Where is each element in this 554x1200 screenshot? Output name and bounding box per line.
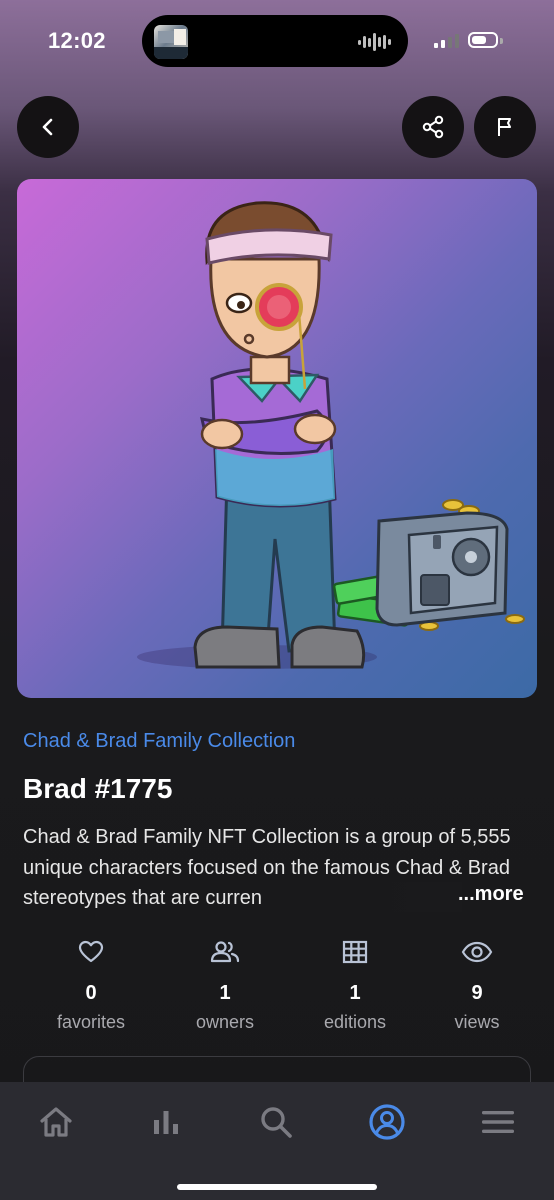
views-count: 9: [471, 982, 483, 1004]
stats-icon: [154, 1111, 178, 1134]
eye-icon: [461, 941, 493, 963]
collection-link[interactable]: Chad & Brad Family Collection: [23, 730, 295, 753]
nft-title: Brad #1775: [23, 773, 173, 804]
menu-icon: [482, 1111, 514, 1133]
status-bar: 12:02: [0, 0, 554, 86]
stat-views[interactable]: 9 views: [422, 935, 532, 1033]
tab-profile[interactable]: [357, 1094, 417, 1150]
editions-count: 1: [349, 982, 361, 1004]
battery-tip: [500, 38, 503, 44]
character-illustration: [137, 201, 525, 669]
report-button[interactable]: [474, 96, 536, 158]
now-playing-thumbnail: [154, 25, 188, 59]
status-time: 12:02: [48, 28, 106, 53]
cellular-signal-icon: [434, 34, 459, 48]
description-fade: [372, 882, 462, 912]
share-button[interactable]: [402, 96, 464, 158]
favorites-label: favorites: [56, 1012, 126, 1032]
stat-editions[interactable]: 1 editions: [300, 935, 410, 1033]
home-indicator[interactable]: [177, 1184, 377, 1190]
dynamic-island[interactable]: [142, 15, 408, 67]
flag-icon: [498, 118, 511, 136]
bottom-tab-bar: [0, 1082, 554, 1200]
tab-menu[interactable]: [468, 1094, 528, 1150]
favorites-count: 0: [85, 982, 97, 1004]
home-icon: [40, 1107, 72, 1137]
tab-stats[interactable]: [136, 1094, 196, 1150]
stat-favorites[interactable]: 0 favorites: [36, 935, 146, 1033]
people-icon: [210, 941, 240, 963]
owners-count: 1: [219, 982, 231, 1004]
tab-home[interactable]: [26, 1094, 86, 1150]
views-label: views: [454, 1012, 500, 1032]
search-icon: [261, 1107, 292, 1138]
audio-waveform-icon: [358, 33, 391, 51]
grid-icon: [342, 940, 368, 964]
heart-icon: [78, 940, 104, 963]
read-more-link[interactable]: ...more: [458, 883, 524, 906]
tab-search[interactable]: [246, 1094, 306, 1150]
chevron-left-icon: [42, 118, 53, 136]
back-button[interactable]: [17, 96, 79, 158]
owners-label: owners: [195, 1012, 255, 1032]
stat-owners[interactable]: 1 owners: [170, 935, 280, 1033]
battery-icon: [468, 32, 498, 48]
profile-icon: [369, 1104, 405, 1140]
editions-label: editions: [323, 1012, 387, 1032]
nft-artwork-image[interactable]: [17, 179, 537, 698]
share-icon: [422, 115, 444, 139]
